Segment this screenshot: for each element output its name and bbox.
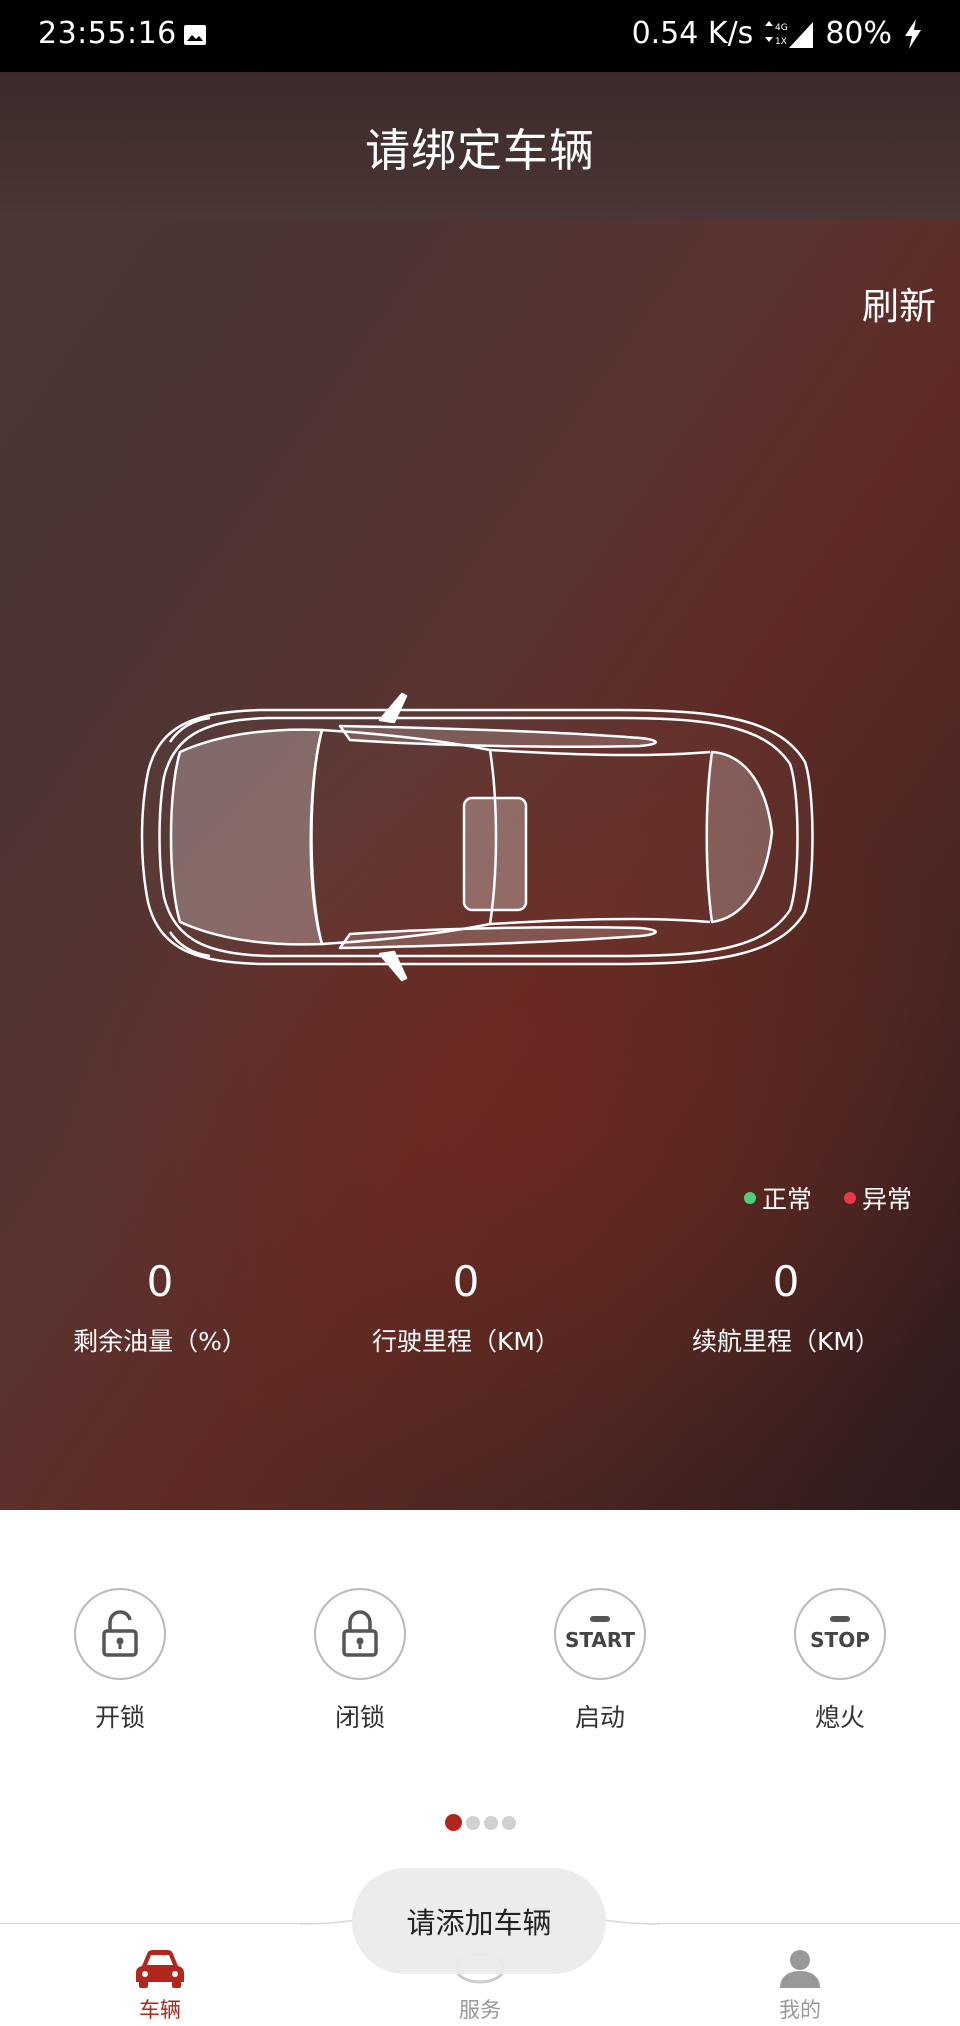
stop-circle: STOP bbox=[794, 1588, 886, 1680]
stat-fuel: 0 剩余油量（%） bbox=[0, 1252, 320, 1358]
nav-mine[interactable]: 我的 bbox=[740, 1946, 860, 2024]
stop-icon: STOP bbox=[810, 1616, 870, 1652]
page-dot[interactable] bbox=[501, 1815, 516, 1830]
lock-button[interactable]: 闭锁 bbox=[290, 1588, 430, 1734]
car-illustration bbox=[140, 692, 814, 982]
start-icon: START bbox=[565, 1616, 635, 1652]
page-dot[interactable] bbox=[444, 1814, 462, 1831]
stat-mileage-value: 0 bbox=[452, 1257, 480, 1306]
battery-level: 80% bbox=[825, 16, 892, 51]
signal-4g-icon: 4G 1X bbox=[765, 20, 814, 48]
stop-word: STOP bbox=[810, 1628, 870, 1652]
unlock-icon bbox=[102, 1610, 138, 1657]
toast-message: 请添加车辆 bbox=[352, 1868, 606, 1974]
charging-icon bbox=[905, 18, 921, 49]
vehicle-panel: 请绑定车辆 刷新 正常 异常 0 剩余油量（%） 0 行驶里程（KM） 0 续航… bbox=[0, 72, 960, 1510]
stop-label: 熄火 bbox=[814, 1703, 865, 1732]
lock-label: 闭锁 bbox=[334, 1703, 385, 1732]
stat-range-value: 0 bbox=[772, 1257, 800, 1306]
abnormal-dot-icon bbox=[843, 1192, 856, 1204]
legend-normal-label: 正常 bbox=[761, 1185, 812, 1214]
network-speed: 0.54 K/s bbox=[631, 16, 754, 51]
car-icon bbox=[136, 1950, 184, 1988]
nav-vehicle-label: 车辆 bbox=[139, 1998, 181, 2022]
page-dot[interactable] bbox=[465, 1815, 480, 1830]
start-button[interactable]: START 启动 bbox=[530, 1588, 670, 1734]
stat-fuel-label: 剩余油量（%） bbox=[73, 1327, 247, 1356]
header: 请绑定车辆 bbox=[0, 72, 960, 220]
start-circle: START bbox=[554, 1588, 646, 1680]
start-label: 启动 bbox=[574, 1703, 625, 1732]
unlock-circle bbox=[74, 1588, 166, 1680]
stat-mileage: 0 行驶里程（KM） bbox=[306, 1252, 626, 1358]
lock-circle bbox=[314, 1588, 406, 1680]
remote-controls: 开锁 闭锁 START 启动 STOP 熄火 bbox=[0, 1588, 960, 1738]
stop-button[interactable]: STOP 熄火 bbox=[770, 1588, 910, 1734]
stat-mileage-label: 行驶里程（KM） bbox=[372, 1327, 560, 1356]
stop-bar bbox=[830, 1616, 850, 1622]
person-icon bbox=[780, 1950, 820, 1988]
svg-text:4G: 4G bbox=[775, 23, 788, 33]
start-bar bbox=[590, 1616, 610, 1622]
svg-text:1X: 1X bbox=[775, 37, 787, 47]
refresh-button[interactable]: 刷新 bbox=[862, 276, 936, 330]
normal-dot-icon bbox=[743, 1192, 756, 1204]
nav-mine-label: 我的 bbox=[779, 1998, 821, 2022]
lock-icon bbox=[342, 1610, 378, 1657]
status-bar: 23:55:16 0.54 K/s 4G 1X 80% bbox=[0, 0, 960, 72]
legend-abnormal-label: 异常 bbox=[861, 1185, 912, 1214]
image-icon bbox=[184, 25, 206, 45]
page-title: 请绑定车辆 bbox=[364, 124, 595, 177]
legend-abnormal: 异常 bbox=[843, 1180, 912, 1216]
legend-normal: 正常 bbox=[743, 1180, 812, 1216]
nav-vehicle[interactable]: 车辆 bbox=[100, 1946, 220, 2024]
page-dot[interactable] bbox=[483, 1815, 498, 1830]
status-legend: 正常 异常 bbox=[743, 1180, 912, 1216]
nav-service-label: 服务 bbox=[459, 1998, 501, 2022]
stat-range: 0 续航里程（KM） bbox=[626, 1252, 946, 1358]
unlock-button[interactable]: 开锁 bbox=[50, 1588, 190, 1734]
unlock-label: 开锁 bbox=[94, 1703, 145, 1732]
status-time: 23:55:16 bbox=[38, 16, 177, 51]
vehicle-stats: 0 剩余油量（%） 0 行驶里程（KM） 0 续航里程（KM） bbox=[0, 1252, 960, 1382]
stat-range-label: 续航里程（KM） bbox=[692, 1327, 880, 1356]
page-indicator bbox=[0, 1814, 960, 1831]
stat-fuel-value: 0 bbox=[146, 1257, 174, 1306]
start-word: START bbox=[564, 1628, 636, 1652]
